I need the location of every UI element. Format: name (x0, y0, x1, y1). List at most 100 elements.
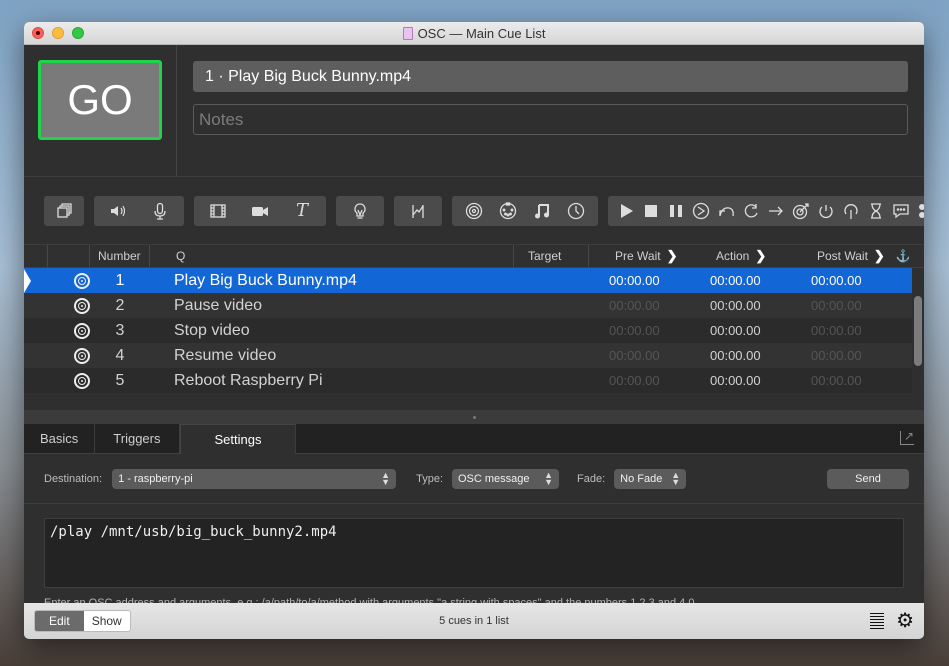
fade-icon[interactable] (408, 201, 428, 221)
devamp-icon[interactable] (741, 201, 761, 221)
target-icon[interactable] (791, 201, 811, 221)
group-icon[interactable] (54, 201, 74, 221)
cue-action: 00:00.00 (710, 348, 761, 363)
minimize-button[interactable] (52, 27, 64, 39)
header-action-label: Action (716, 249, 750, 263)
wait-icon[interactable] (866, 201, 886, 221)
header-q-label: Q (176, 249, 186, 263)
fade-select[interactable]: No Fade ▲ ▼ (614, 468, 687, 489)
mic-icon[interactable] (150, 201, 170, 221)
camera-icon[interactable] (250, 201, 270, 221)
table-row[interactable]: 2 Pause video 00:00.00 00:00.00 00:00.00 (24, 293, 912, 318)
split-view-divider[interactable] (24, 410, 924, 424)
audio-icon[interactable] (108, 201, 128, 221)
fade-value: No Fade (620, 472, 663, 485)
timecode-icon[interactable] (566, 201, 586, 221)
table-body: 1 Play Big Buck Bunny.mp4 00:00.00 00:00… (24, 268, 924, 410)
header-number[interactable]: Number (90, 245, 150, 267)
type-select[interactable]: OSC message ▲ ▼ (452, 468, 559, 489)
show-mode-button[interactable]: Show (83, 611, 130, 631)
vertical-scrollbar[interactable] (914, 296, 922, 366)
arm-icon[interactable] (816, 201, 836, 221)
cue-pre-wait: 00:00.00 (609, 323, 660, 338)
network-icon (74, 372, 90, 389)
cue-action: 00:00.00 (710, 273, 761, 288)
destination-select[interactable]: 1 - raspberry-pi ▲ ▼ (112, 468, 397, 489)
cue-number: 1 (115, 271, 125, 289)
network-icon (74, 347, 90, 364)
chevron-right-icon: ❯ (755, 248, 767, 263)
midi-icon[interactable] (498, 201, 518, 221)
header-arrow (24, 245, 48, 267)
music-icon[interactable] (532, 201, 552, 221)
table-row[interactable]: 3 Stop video 00:00.00 00:00.00 00:00.00 (24, 318, 912, 343)
cue-action: 00:00.00 (710, 373, 761, 388)
updown-icon: ▲ ▼ (671, 469, 681, 487)
video-icon[interactable] (208, 201, 228, 221)
network-icon (74, 322, 90, 339)
cue-number: 4 (115, 346, 125, 364)
pause-icon[interactable] (666, 201, 686, 221)
header-target[interactable]: Target (514, 245, 589, 267)
cue-lists-icon[interactable] (870, 613, 885, 629)
stop-icon[interactable] (641, 201, 661, 221)
send-button[interactable]: Send (827, 468, 909, 489)
tab-settings[interactable]: Settings (179, 424, 297, 454)
cue-post-wait: 00:00.00 (811, 348, 862, 363)
notes-field[interactable]: Notes (193, 104, 908, 135)
table-row[interactable]: 1 Play Big Buck Bunny.mp4 00:00.00 00:00… (24, 268, 912, 293)
toolbar-group-light (336, 195, 384, 226)
cue-q: Resume video (174, 346, 277, 364)
header-post-wait[interactable]: Post Wait ❯ (791, 245, 892, 267)
cue-target (514, 293, 589, 318)
go-button[interactable]: GO (38, 60, 162, 140)
light-icon[interactable] (350, 201, 370, 221)
network-icon[interactable] (464, 201, 484, 221)
header-action[interactable]: Action ❯ (690, 245, 791, 267)
header-pre-wait[interactable]: Pre Wait ❯ (589, 245, 690, 267)
cue-name-field[interactable]: 1 · Play Big Buck Bunny.mp4 (193, 61, 908, 92)
cue-toolbar: T (24, 177, 924, 245)
fade-label: Fade: (577, 472, 606, 485)
edit-mode-button[interactable]: Edit (35, 611, 84, 631)
status-bar: Edit Show 5 cues in 1 list ⚙ (24, 603, 924, 639)
app-window: OSC — Main Cue List GO 1 · Play Big Buck… (24, 22, 924, 639)
cue-number: 2 (115, 296, 125, 314)
anchor-icon[interactable]: ⚓ (892, 245, 914, 267)
playhead-icon (24, 268, 31, 293)
table-row[interactable]: 5 Reboot Raspberry Pi 00:00.00 00:00.00 … (24, 368, 912, 393)
start-icon[interactable] (616, 201, 636, 221)
text-icon[interactable]: T (292, 200, 312, 221)
table-row[interactable]: 4 Resume video 00:00.00 00:00.00 00:00.0… (24, 343, 912, 368)
script-icon[interactable] (916, 201, 924, 221)
cue-target (514, 343, 589, 368)
cue-q: Reboot Raspberry Pi (174, 371, 323, 389)
reset-icon[interactable] (716, 201, 736, 221)
cue-post-wait: 00:00.00 (811, 373, 862, 388)
close-button[interactable] (32, 27, 44, 39)
cue-q: Stop video (174, 321, 250, 339)
cue-pre-wait: 00:00.00 (609, 298, 660, 313)
tab-basics[interactable]: Basics (24, 424, 96, 453)
destination-value: 1 - raspberry-pi (118, 472, 193, 485)
load-icon[interactable] (691, 201, 711, 221)
header-q[interactable]: Q (150, 245, 514, 267)
gear-icon[interactable]: ⚙ (896, 611, 914, 631)
type-label: Type: (416, 472, 443, 485)
popout-icon[interactable]: ↗ (900, 430, 914, 445)
memo-icon[interactable] (891, 201, 911, 221)
goto-icon[interactable] (766, 201, 786, 221)
cue-pre-wait: 00:00.00 (609, 273, 660, 288)
cue-target (514, 268, 589, 293)
disarm-icon[interactable] (841, 201, 861, 221)
cue-header: GO 1 · Play Big Buck Bunny.mp4 Notes (24, 45, 924, 177)
type-value: OSC message (458, 472, 530, 485)
window-controls (32, 27, 84, 39)
cue-post-wait: 00:00.00 (811, 298, 862, 313)
zoom-button[interactable] (72, 27, 84, 39)
tab-triggers[interactable]: Triggers (95, 424, 180, 453)
window-title: OSC — Main Cue List (417, 25, 546, 41)
osc-message-input[interactable]: /play /mnt/usb/big_buck_bunny2.mp4 (44, 518, 904, 588)
cue-number: 5 (115, 371, 125, 389)
inspector-tabs: Basics Triggers Settings ↗ (24, 424, 924, 454)
